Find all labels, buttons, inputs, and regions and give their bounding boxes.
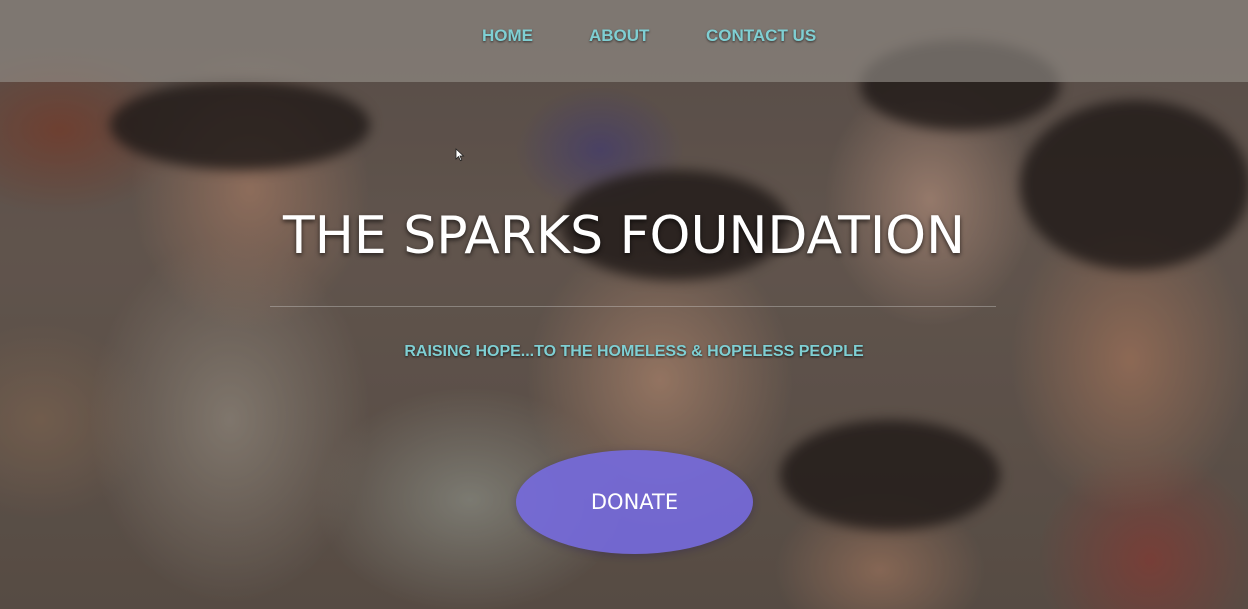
nav-contact-us-link[interactable]: CONTACT US <box>706 26 816 46</box>
donate-button[interactable]: DONATE <box>516 450 753 554</box>
top-navbar: HOME ABOUT CONTACT US <box>0 0 1248 82</box>
title-divider <box>270 306 996 307</box>
hero-tagline: RAISING HOPE...TO THE HOMELESS & HOPELES… <box>404 343 864 360</box>
nav-about-link[interactable]: ABOUT <box>589 26 649 46</box>
hero-title: THE SPARKS FOUNDATION <box>282 206 966 266</box>
nav-home-link[interactable]: HOME <box>482 26 533 46</box>
landing-page: HOME ABOUT CONTACT US THE SPARKS FOUNDAT… <box>0 0 1248 609</box>
mouse-cursor-icon <box>455 148 465 162</box>
